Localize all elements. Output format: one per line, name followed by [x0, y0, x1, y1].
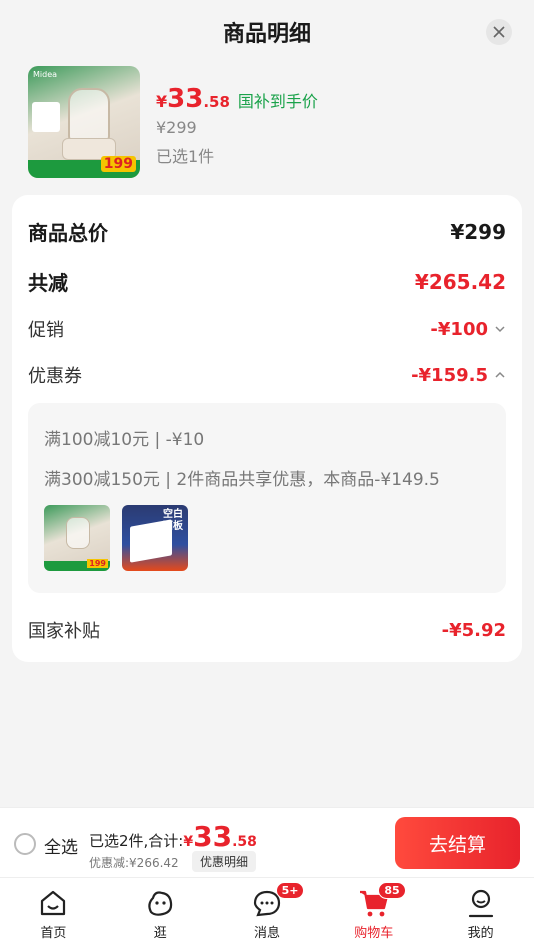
- profile-icon: [468, 889, 493, 918]
- close-button[interactable]: [486, 19, 512, 45]
- coupon-row[interactable]: 优惠券 -¥159.5: [28, 362, 506, 388]
- bottom-tab-bar: 首页 逛 消息 5+ 购物车 85 我的: [0, 877, 534, 947]
- close-icon: [493, 26, 505, 38]
- sheet-title: 商品明细: [222, 22, 311, 47]
- home-icon: [41, 890, 66, 916]
- tab-browse[interactable]: 逛: [107, 878, 214, 947]
- discount-detail-button[interactable]: 优惠明细: [192, 851, 257, 872]
- coupon-details: 满100减10元 | -¥10 满300减150元 | 2件商品共享优惠，本商品…: [28, 403, 506, 593]
- subsidy-price-label: 国补到手价: [237, 92, 318, 111]
- national-subsidy-row: 国家补贴 -¥5.92: [28, 619, 506, 643]
- select-all-checkbox[interactable]: [14, 833, 36, 855]
- message-badge: 5+: [275, 882, 305, 899]
- discount-text: 优惠减:¥266.42: [89, 856, 179, 870]
- product-row: Midea 199 ¥ 33 .58 国补到手价 ¥299 已选1件: [28, 66, 508, 178]
- thumb-price-badge: 199: [100, 156, 136, 172]
- tab-profile[interactable]: 我的: [427, 878, 534, 947]
- select-all-label[interactable]: 全选: [44, 833, 78, 858]
- thumb-brand: Midea: [33, 70, 58, 79]
- coupon-item-thumbnail[interactable]: 199: [44, 505, 110, 571]
- details-sheet: 商品明细 Midea 199 ¥ 33 .58 国补到手价 ¥299 已选1件 …: [0, 0, 534, 807]
- browse-icon: [148, 891, 173, 916]
- checkout-bar: 全选 已选2件,合计: ¥ 33 .58 优惠减:¥266.42 优惠明细 去结…: [0, 807, 534, 877]
- total-summary: 已选2件,合计: ¥ 33 .58: [89, 820, 257, 853]
- tab-home[interactable]: 首页: [0, 878, 107, 947]
- price-breakdown-card: 商品总价 ¥299 共减 ¥265.42 促销 -¥100 优惠券 -¥159.…: [12, 195, 522, 662]
- tab-messages[interactable]: 消息 5+: [214, 878, 321, 947]
- selected-count: 已选1件: [156, 147, 215, 166]
- original-price: ¥299: [156, 118, 197, 137]
- coupon-line: 满100减10元 | -¥10: [44, 430, 205, 450]
- checkout-button[interactable]: 去结算: [395, 817, 520, 869]
- promo-row[interactable]: 促销 -¥100: [28, 316, 506, 342]
- total-discount-row: 共减 ¥265.42: [28, 269, 506, 296]
- coupon-item-thumbnail[interactable]: 空白面板: [122, 505, 188, 571]
- chevron-up-icon: [495, 371, 505, 378]
- cart-badge: 85: [378, 882, 406, 899]
- product-price: ¥ 33 .58 国补到手价: [156, 84, 318, 114]
- tab-cart[interactable]: 购物车 85: [320, 878, 427, 947]
- coupon-line: 满300减150元 | 2件商品共享优惠，本商品-¥149.5: [44, 470, 440, 490]
- product-thumbnail[interactable]: Midea 199: [28, 66, 140, 178]
- chevron-down-icon: [495, 326, 505, 333]
- total-price-row: 商品总价 ¥299: [28, 219, 506, 246]
